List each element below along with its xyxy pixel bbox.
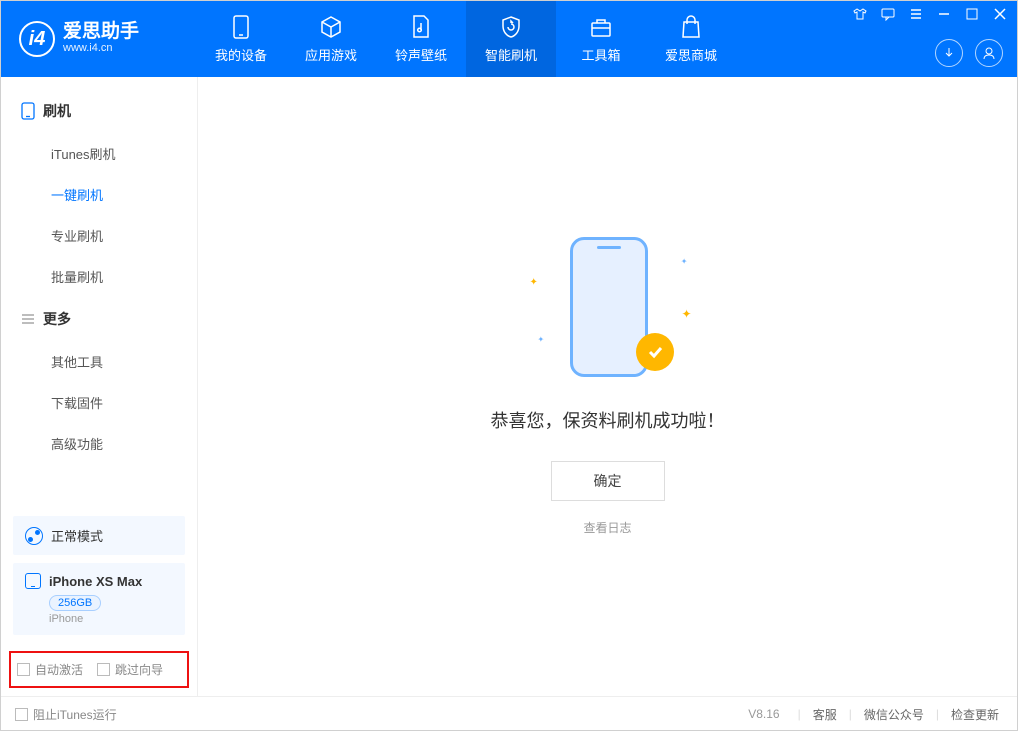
logo-area[interactable]: i4 爱思助手 www.i4.cn — [1, 21, 196, 57]
sidebar-item-advanced[interactable]: 高级功能 — [15, 423, 183, 464]
sparkle-icon: ✦ — [681, 307, 691, 321]
footer: 阻止iTunes运行 V8.16 | 客服 | 微信公众号 | 检查更新 — [1, 696, 1017, 731]
sidebar-item-download-firmware[interactable]: 下载固件 — [15, 382, 183, 423]
sidebar-item-other-tools[interactable]: 其他工具 — [15, 341, 183, 382]
view-log-link[interactable]: 查看日志 — [583, 519, 631, 536]
footer-link-support[interactable]: 客服 — [809, 706, 841, 723]
close-button[interactable] — [993, 7, 1007, 21]
checkbox-auto-activate[interactable]: 自动激活 — [17, 661, 83, 678]
version-label: V8.16 — [748, 707, 779, 721]
checkbox-icon — [17, 663, 30, 676]
sidebar-item-pro-flash[interactable]: 专业刷机 — [15, 215, 183, 256]
ok-button[interactable]: 确定 — [551, 461, 665, 501]
checkbox-label: 阻止iTunes运行 — [33, 706, 117, 723]
sidebar-item-oneclick-flash[interactable]: 一键刷机 — [15, 174, 183, 215]
minimize-button[interactable] — [937, 7, 951, 21]
device-phone-icon — [25, 573, 41, 589]
sidebar-item-itunes-flash[interactable]: iTunes刷机 — [15, 133, 183, 174]
nav-label: 应用游戏 — [305, 45, 357, 64]
user-icon[interactable] — [975, 39, 1003, 67]
feedback-icon[interactable] — [881, 7, 895, 21]
mode-icon — [25, 527, 43, 545]
toolbox-icon — [589, 15, 613, 39]
section-title: 更多 — [43, 309, 71, 329]
nav-label: 工具箱 — [581, 45, 620, 64]
nav-store[interactable]: 爱思商城 — [646, 1, 736, 77]
footer-link-wechat[interactable]: 微信公众号 — [860, 706, 928, 723]
nav-tabs: 我的设备 应用游戏 铃声壁纸 智能刷机 工具箱 爱思商城 — [196, 1, 736, 77]
checkbox-label: 自动激活 — [35, 661, 83, 678]
nav-flash[interactable]: 智能刷机 — [466, 1, 556, 77]
nav-label: 智能刷机 — [485, 45, 537, 64]
sidebar-item-batch-flash[interactable]: 批量刷机 — [15, 256, 183, 297]
nav-my-device[interactable]: 我的设备 — [196, 1, 286, 77]
sidebar: 刷机 iTunes刷机 一键刷机 专业刷机 批量刷机 更多 其他工具 下载固件 … — [1, 77, 198, 696]
success-illustration: ✦ ✦ ✦ ✦ — [548, 237, 668, 387]
music-file-icon — [409, 15, 433, 39]
menu-icon[interactable] — [909, 7, 923, 21]
nav-ringtones[interactable]: 铃声壁纸 — [376, 1, 466, 77]
footer-link-update[interactable]: 检查更新 — [947, 706, 1003, 723]
app-title: 爱思助手 — [63, 22, 139, 41]
device-type: iPhone — [49, 613, 173, 625]
sparkle-icon: ✦ — [530, 277, 538, 288]
check-badge-icon — [636, 333, 674, 371]
checkbox-label: 跳过向导 — [115, 661, 163, 678]
section-header-more[interactable]: 更多 — [15, 297, 183, 341]
sparkle-icon: ✦ — [538, 335, 545, 344]
nav-label: 铃声壁纸 — [395, 45, 447, 64]
sidebar-section-more: 更多 其他工具 下载固件 高级功能 — [1, 297, 197, 464]
nav-toolbox[interactable]: 工具箱 — [556, 1, 646, 77]
section-title: 刷机 — [43, 101, 71, 121]
app-subtitle: www.i4.cn — [63, 41, 139, 55]
shirt-icon[interactable] — [853, 7, 867, 21]
device-icon — [229, 15, 253, 39]
header-right-icons — [935, 39, 1003, 67]
phone-icon — [21, 102, 35, 120]
download-icon[interactable] — [935, 39, 963, 67]
app-header: i4 爱思助手 www.i4.cn 我的设备 应用游戏 铃声壁纸 智能刷机 工具… — [1, 1, 1017, 77]
maximize-button[interactable] — [965, 7, 979, 21]
logo-text: 爱思助手 www.i4.cn — [63, 22, 139, 55]
titlebar-controls — [853, 7, 1007, 21]
nav-label: 爱思商城 — [665, 45, 717, 64]
body-area: 刷机 iTunes刷机 一键刷机 专业刷机 批量刷机 更多 其他工具 下载固件 … — [1, 77, 1017, 696]
mode-box[interactable]: 正常模式 — [13, 516, 185, 555]
footer-links: | 客服 | 微信公众号 | 检查更新 — [798, 706, 1003, 723]
sidebar-section-flash: 刷机 iTunes刷机 一键刷机 专业刷机 批量刷机 — [1, 89, 197, 297]
checkbox-block-itunes[interactable]: 阻止iTunes运行 — [15, 706, 117, 723]
success-message: 恭喜您，保资料刷机成功啦！ — [491, 407, 725, 433]
checkbox-skip-guide[interactable]: 跳过向导 — [97, 661, 163, 678]
logo-icon: i4 — [19, 21, 55, 57]
bag-icon — [679, 15, 703, 39]
device-box[interactable]: iPhone XS Max 256GB iPhone — [13, 563, 185, 635]
checkbox-icon — [15, 708, 28, 721]
sparkle-icon: ✦ — [681, 257, 688, 266]
highlighted-options: 自动激活 跳过向导 — [9, 651, 189, 688]
device-storage-badge: 256GB — [49, 595, 101, 611]
checkbox-icon — [97, 663, 110, 676]
device-name: iPhone XS Max — [49, 574, 142, 589]
shield-refresh-icon — [499, 15, 523, 39]
nav-apps[interactable]: 应用游戏 — [286, 1, 376, 77]
main-content: ✦ ✦ ✦ ✦ 恭喜您，保资料刷机成功啦！ 确定 查看日志 — [198, 77, 1017, 696]
nav-label: 我的设备 — [215, 45, 267, 64]
cube-icon — [319, 15, 343, 39]
list-icon — [21, 312, 35, 326]
mode-label: 正常模式 — [51, 526, 103, 545]
section-header-flash[interactable]: 刷机 — [15, 89, 183, 133]
